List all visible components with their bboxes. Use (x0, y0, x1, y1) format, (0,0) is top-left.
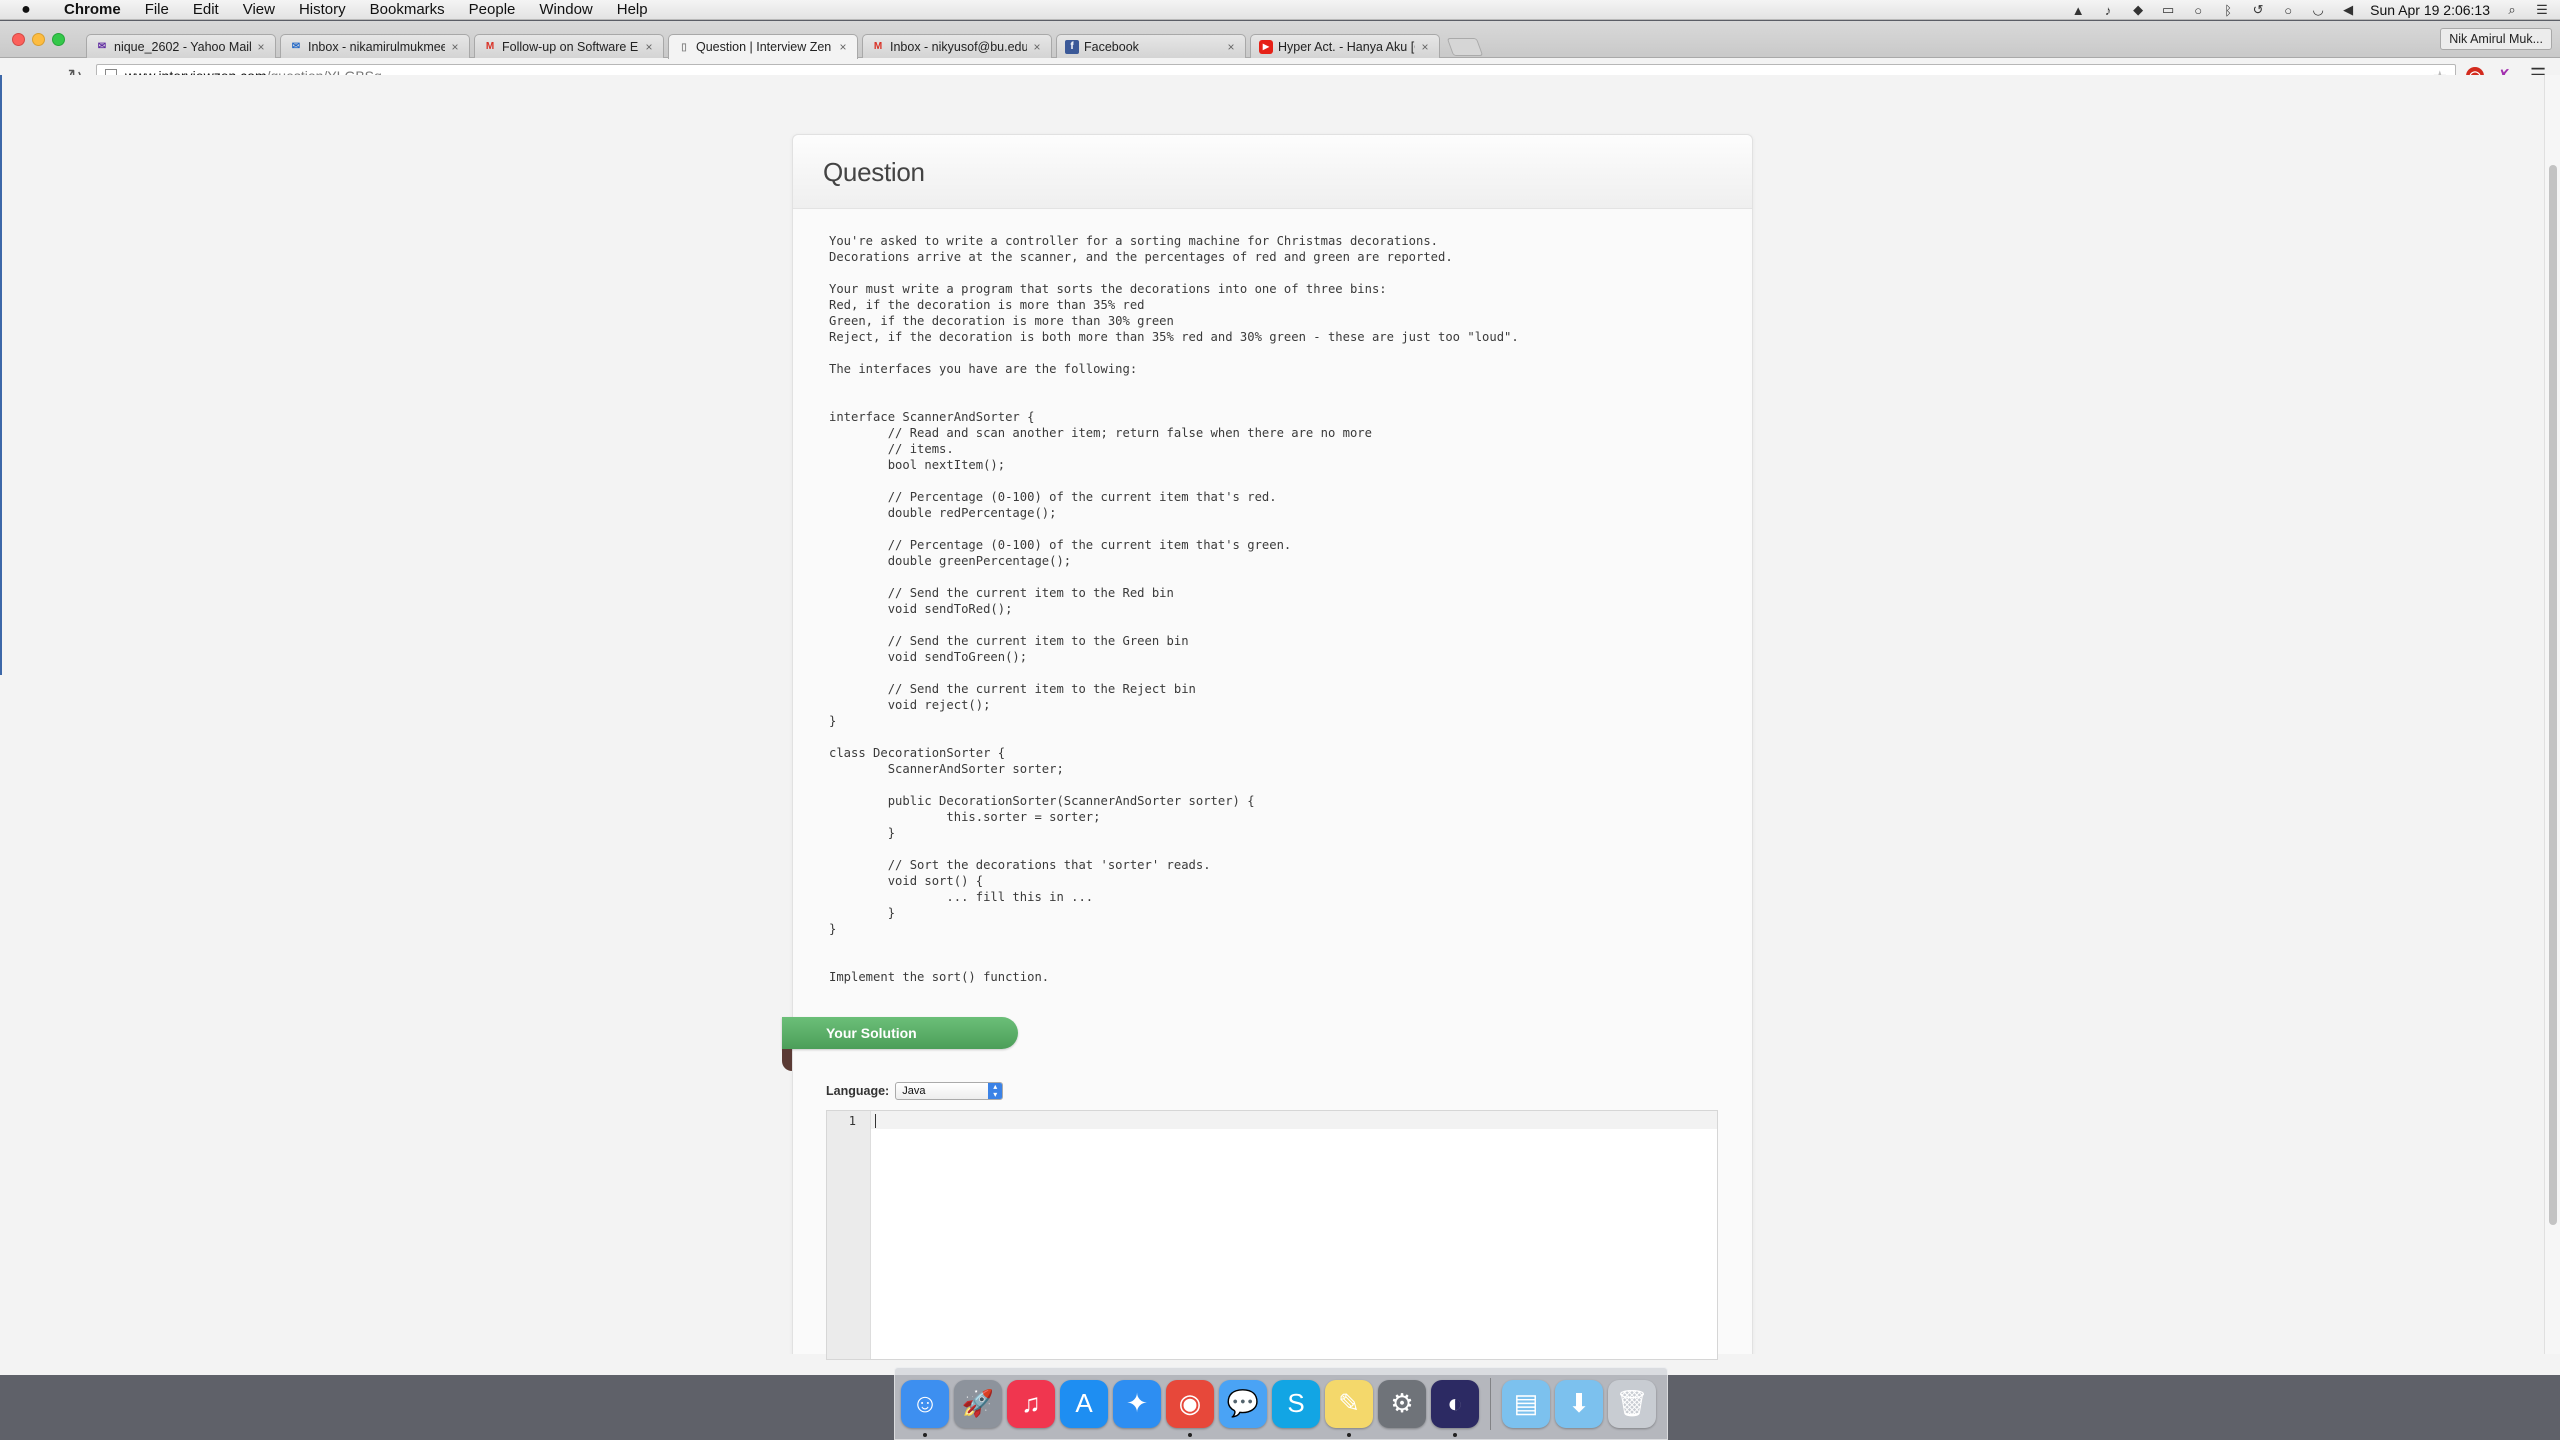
tab-close-icon[interactable]: × (449, 40, 461, 54)
your-solution-banner: Your Solution (782, 1017, 1018, 1049)
status-menus: ▲ ♪ ◆ ▭ ○ ᛒ ↺ ○ ◡ ◀ Sun Apr 19 2:06:13 ⌕… (2070, 0, 2550, 20)
tab-youtube[interactable]: ▶ Hyper Act. - Hanya Aku [O × (1250, 34, 1440, 58)
wifi-icon[interactable]: ◡ (2310, 2, 2326, 17)
circle-status-icon[interactable]: ○ (2190, 3, 2206, 18)
question-header: Question (793, 135, 1752, 209)
airplay-icon[interactable]: ▭ (2160, 2, 2176, 17)
gmail-icon: M (873, 41, 883, 52)
tab-close-icon[interactable]: × (643, 40, 655, 54)
dropbox-icon[interactable]: ◆ (2130, 2, 2146, 17)
tab-close-icon[interactable]: × (255, 40, 267, 54)
editor-active-line (871, 1111, 1717, 1129)
notification-center-icon[interactable]: ☰ (2534, 2, 2550, 17)
tab-close-icon[interactable]: × (1225, 40, 1237, 54)
scrollbar-thumb[interactable] (2549, 165, 2557, 1225)
line-number: 1 (848, 1114, 856, 1128)
documents-folder-icon[interactable]: ▤ (1502, 1379, 1550, 1428)
menu-history[interactable]: History (287, 0, 358, 20)
time-machine-icon[interactable]: ↺ (2250, 2, 2266, 17)
finder-icon[interactable]: ☺ (901, 1379, 949, 1437)
tab-gmail-followup[interactable]: M Follow-up on Software Eng × (474, 34, 664, 58)
window-close-button[interactable] (12, 33, 25, 46)
outlook-icon: ✉ (291, 41, 301, 52)
running-indicator (1188, 1432, 1192, 1437)
app-store-icon[interactable]: A (1060, 1379, 1108, 1428)
dock-separator (1490, 1377, 1491, 1430)
youtube-icon: ▶ (1259, 39, 1273, 54)
eclipse-icon[interactable]: ◐ (1431, 1379, 1479, 1437)
select-arrows-icon: ▴ ▾ (988, 1083, 1003, 1099)
skype-icon[interactable]: S (1272, 1379, 1320, 1428)
window-minimize-button[interactable] (32, 33, 45, 46)
question-body: You're asked to write a controller for a… (829, 234, 1519, 984)
yahoo-mail-icon: ✉ (97, 41, 107, 52)
menu-people[interactable]: People (457, 0, 528, 20)
editor-gutter: 1 (827, 1111, 871, 1359)
apple-menu-icon[interactable]: ● (0, 1, 52, 19)
menu-help[interactable]: Help (605, 0, 660, 20)
app-menu-chrome[interactable]: Chrome (52, 0, 133, 20)
menu-edit[interactable]: Edit (181, 0, 231, 20)
safari-icon[interactable]: ✦ (1113, 1379, 1161, 1428)
running-indicator (1453, 1432, 1457, 1437)
running-indicator (923, 1432, 927, 1437)
language-label: Language: (826, 1084, 890, 1098)
code-editor[interactable]: 1 (826, 1110, 1718, 1360)
tab-facebook[interactable]: f Facebook × (1056, 34, 1246, 58)
bluetooth-icon[interactable]: ᛒ (2220, 3, 2236, 18)
new-tab-button[interactable] (1446, 38, 1484, 56)
tab-close-icon[interactable]: × (837, 40, 849, 54)
profile-button[interactable]: Nik Amirul Muk... (2440, 28, 2552, 50)
chrome-icon[interactable]: ◉ (1166, 1379, 1214, 1437)
language-select[interactable]: Java ▴ ▾ (895, 1082, 1004, 1100)
tab-strip: ✉ nique_2602 - Yahoo Mail × ✉ Inbox - ni… (0, 21, 2560, 59)
running-indicator (1347, 1432, 1351, 1437)
messages-icon[interactable]: 💬 (1219, 1379, 1267, 1428)
text-cursor (875, 1114, 876, 1128)
menu-view[interactable]: View (231, 0, 287, 20)
page-scrollbar[interactable] (2544, 75, 2560, 1354)
macos-dock: ☺ 🚀 ♫ A ✦ ◉ 💬 S ✎ ⚙ ◐ ▤ ⬇ 🗑 (894, 1367, 1668, 1440)
downloads-folder-icon[interactable]: ⬇ (1555, 1379, 1603, 1428)
launchpad-icon[interactable]: 🚀 (954, 1379, 1002, 1428)
page-icon: ▯ (681, 41, 687, 53)
volume-icon[interactable]: ◀ (2340, 2, 2356, 17)
tab-close-icon[interactable]: × (1031, 40, 1043, 54)
language-row: Language: Java ▴ ▾ (826, 1082, 1004, 1100)
extra-status-icon[interactable]: ○ (2280, 3, 2296, 18)
tab-gmail-bu[interactable]: M Inbox - nikyusof@bu.edu × (862, 34, 1052, 58)
language-value: Java (902, 1085, 926, 1097)
facebook-icon: f (1065, 39, 1079, 54)
google-drive-icon[interactable]: ▲ (2070, 3, 2086, 18)
macos-menu-bar: ● Chrome File Edit View History Bookmark… (0, 0, 2560, 20)
notification-bell-icon[interactable]: ♪ (2100, 3, 2116, 18)
trash-icon[interactable]: 🗑 (1608, 1379, 1656, 1428)
menu-bookmarks[interactable]: Bookmarks (358, 0, 457, 20)
window-maximize-button[interactable] (52, 33, 65, 46)
tab-outlook-inbox[interactable]: ✉ Inbox - nikamirulmukmee × (280, 34, 470, 58)
gmail-icon: M (485, 41, 495, 52)
tab-close-icon[interactable]: × (1419, 40, 1431, 54)
itunes-icon[interactable]: ♫ (1007, 1379, 1055, 1428)
tab-yahoo-mail[interactable]: ✉ nique_2602 - Yahoo Mail × (86, 34, 276, 58)
tab-interview-zen[interactable]: ▯ Question | Interview Zen × (668, 34, 858, 59)
menu-file[interactable]: File (133, 0, 181, 20)
menu-window[interactable]: Window (527, 0, 604, 20)
spotlight-search-icon[interactable]: ⌕ (2504, 2, 2520, 17)
page-title: Question (823, 157, 925, 187)
clock[interactable]: Sun Apr 19 2:06:13 (2370, 2, 2490, 18)
stickies-icon[interactable]: ✎ (1325, 1379, 1373, 1437)
system-preferences-icon[interactable]: ⚙ (1378, 1379, 1426, 1428)
